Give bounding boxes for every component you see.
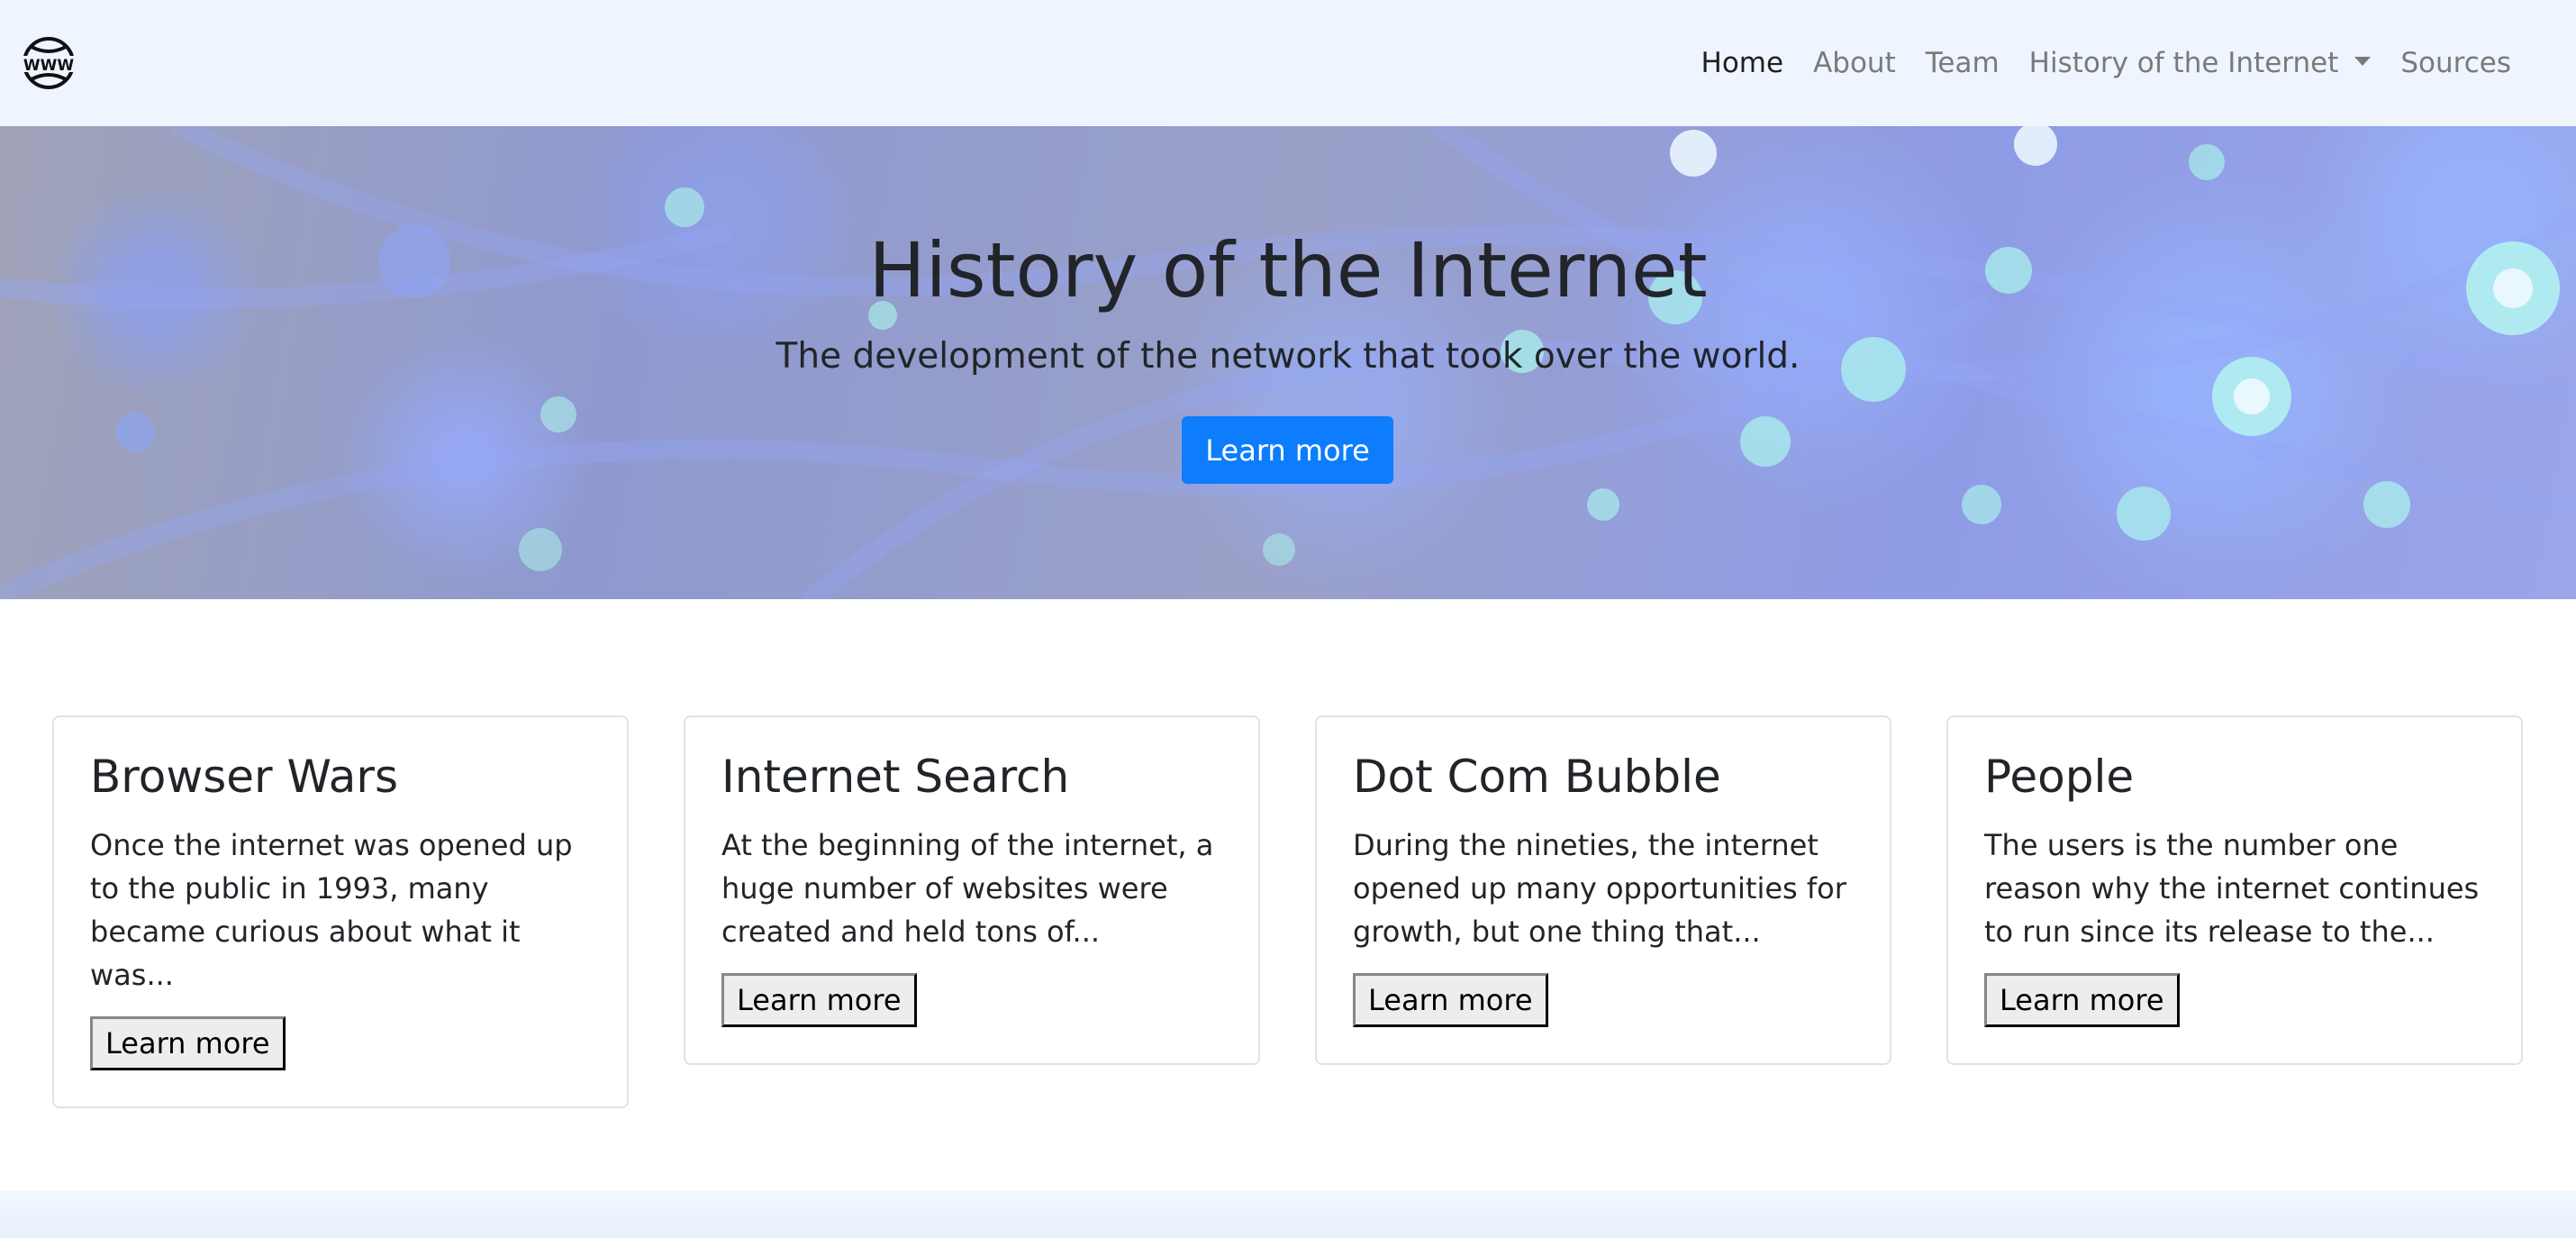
card-title: Browser Wars <box>90 751 398 803</box>
card-learn-more-button[interactable]: Learn more <box>1984 973 2180 1027</box>
card-people: People The users is the number one reaso… <box>1946 715 2523 1065</box>
card-title: Dot Com Bubble <box>1353 751 1721 803</box>
logo-text: WWW <box>23 57 75 75</box>
nav-sources[interactable]: Sources <box>2400 47 2511 79</box>
card-dot-com-bubble: Dot Com Bubble During the nineties, the … <box>1315 715 1891 1065</box>
hero-banner: History of the Internet The development … <box>0 126 2576 599</box>
card-title: Internet Search <box>721 751 1070 803</box>
caret-down-icon <box>2354 57 2372 66</box>
card-learn-more-button[interactable]: Learn more <box>90 1016 286 1070</box>
card-internet-search: Internet Search At the beginning of the … <box>684 715 1260 1065</box>
card-text: During the nineties, the internet opened… <box>1353 828 1846 949</box>
card-text: Once the internet was opened up to the p… <box>90 828 573 992</box>
hero-learn-more-button[interactable]: Learn more <box>1182 416 1393 484</box>
hero-subtitle: The development of the network that took… <box>776 336 1800 377</box>
card-browser-wars: Browser Wars Once the internet was opene… <box>52 715 629 1108</box>
card-learn-more-button[interactable]: Learn more <box>721 973 917 1027</box>
card-learn-more-button[interactable]: Learn more <box>1353 973 1548 1027</box>
nav-history-dropdown[interactable]: History of the Internet <box>2029 47 2372 79</box>
nav-team[interactable]: Team <box>1926 47 2000 79</box>
nav-history-label: History of the Internet <box>2028 47 2339 79</box>
card-text: At the beginning of the internet, a huge… <box>721 828 1214 949</box>
hero-content: History of the Internet The development … <box>0 126 2576 599</box>
nav-home[interactable]: Home <box>1701 47 1784 79</box>
card-text: The users is the number one reason why t… <box>1984 828 2480 949</box>
footer-strip <box>0 1191 2576 1238</box>
hero-title: History of the Internet <box>868 226 1708 314</box>
card-title: People <box>1984 751 2135 803</box>
www-globe-logo-icon[interactable]: WWW <box>20 34 77 92</box>
nav-about[interactable]: About <box>1813 47 1896 79</box>
navbar: WWW Home About Team History of the Inter… <box>0 0 2576 126</box>
nav-menu: Home About Team History of the Internet … <box>1672 0 2511 126</box>
